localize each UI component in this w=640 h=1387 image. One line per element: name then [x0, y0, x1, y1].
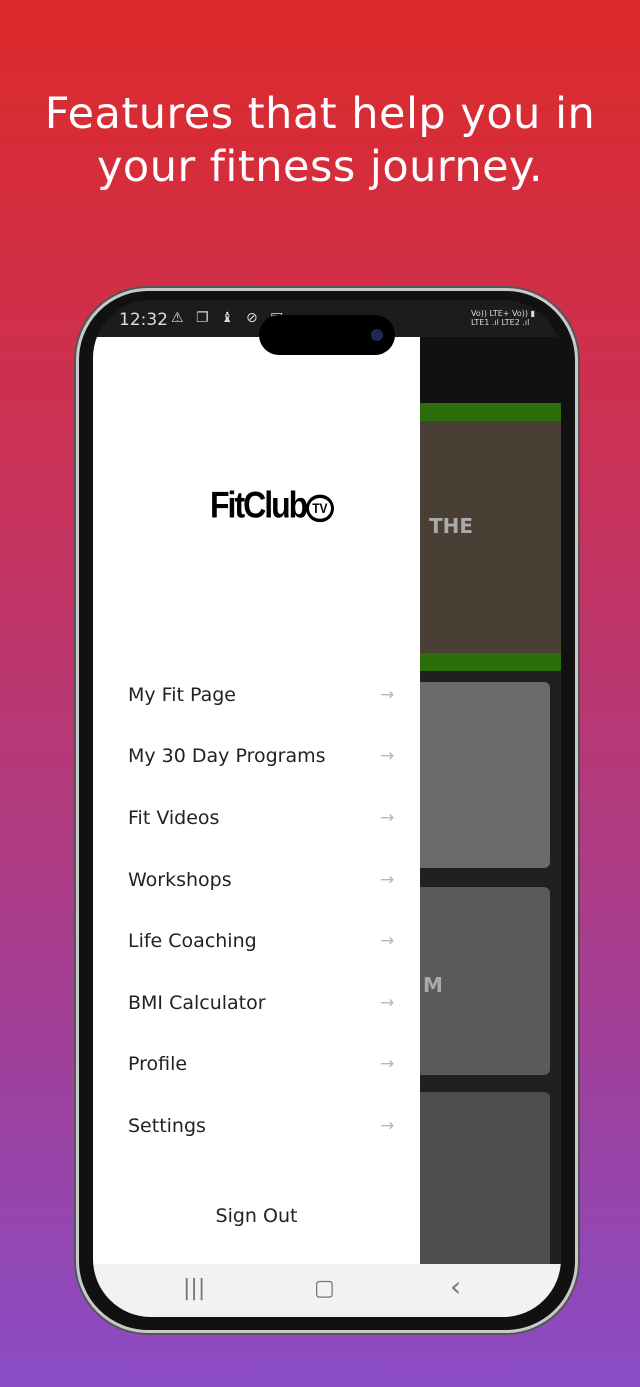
- arrow-right-icon: →: [380, 684, 395, 705]
- navigation-drawer: FitClub TV My Fit Page → My 30 Day Program…: [93, 337, 420, 1264]
- clock: 12:32: [119, 310, 168, 330]
- menu-item-bmi-calculator[interactable]: BMI Calculator →: [93, 972, 420, 1034]
- home-icon[interactable]: ▢: [314, 1276, 335, 1301]
- fitclub-logo: FitClub TV: [210, 484, 334, 527]
- arrow-right-icon: →: [380, 1115, 395, 1136]
- menu-item-profile[interactable]: Profile →: [93, 1034, 420, 1096]
- arrow-right-icon: →: [380, 1054, 395, 1075]
- arrow-right-icon: →: [380, 869, 395, 890]
- card-text: M: [423, 973, 443, 997]
- headline: Features that help you in your fitness j…: [44, 89, 596, 192]
- system-nav-bar: ||| ▢ ‹: [93, 1264, 561, 1317]
- banner-image[interactable]: THE: [419, 403, 561, 671]
- signal-indicators: Vo)) LTE+ Vo)) ▮ LTE1 .ıl LTE2 .ıl: [470, 309, 535, 327]
- drawer-menu: My Fit Page → My 30 Day Programs → Fit Vid…: [93, 664, 420, 1157]
- menu-item-my-fit-page[interactable]: My Fit Page →: [93, 664, 420, 726]
- menu-item-30-day-programs[interactable]: My 30 Day Programs →: [93, 726, 420, 788]
- menu-item-workshops[interactable]: Workshops →: [93, 849, 420, 911]
- camera-icon: [371, 329, 383, 341]
- arrow-right-icon: →: [380, 746, 395, 767]
- menu-item-life-coaching[interactable]: Life Coaching →: [93, 910, 420, 972]
- program-card[interactable]: [419, 682, 550, 868]
- back-icon[interactable]: ‹: [450, 1270, 461, 1303]
- arrow-right-icon: →: [380, 931, 395, 952]
- banner-text: THE: [429, 514, 474, 538]
- arrow-right-icon: →: [380, 992, 395, 1013]
- dynamic-island: [259, 315, 395, 355]
- program-card[interactable]: [419, 1092, 550, 1272]
- sign-out-button[interactable]: Sign Out: [93, 1205, 420, 1227]
- recents-icon[interactable]: |||: [183, 1276, 205, 1301]
- menu-item-fit-videos[interactable]: Fit Videos →: [93, 787, 420, 849]
- arrow-right-icon: →: [380, 807, 395, 828]
- menu-item-settings[interactable]: Settings →: [93, 1095, 420, 1157]
- program-card[interactable]: M: [419, 887, 550, 1075]
- phone-screen: THE M 12:32 ⚠ ❐ ♝ ⊘ ▣ Vo)) LTE+ Vo)) ▮ L…: [93, 300, 561, 1317]
